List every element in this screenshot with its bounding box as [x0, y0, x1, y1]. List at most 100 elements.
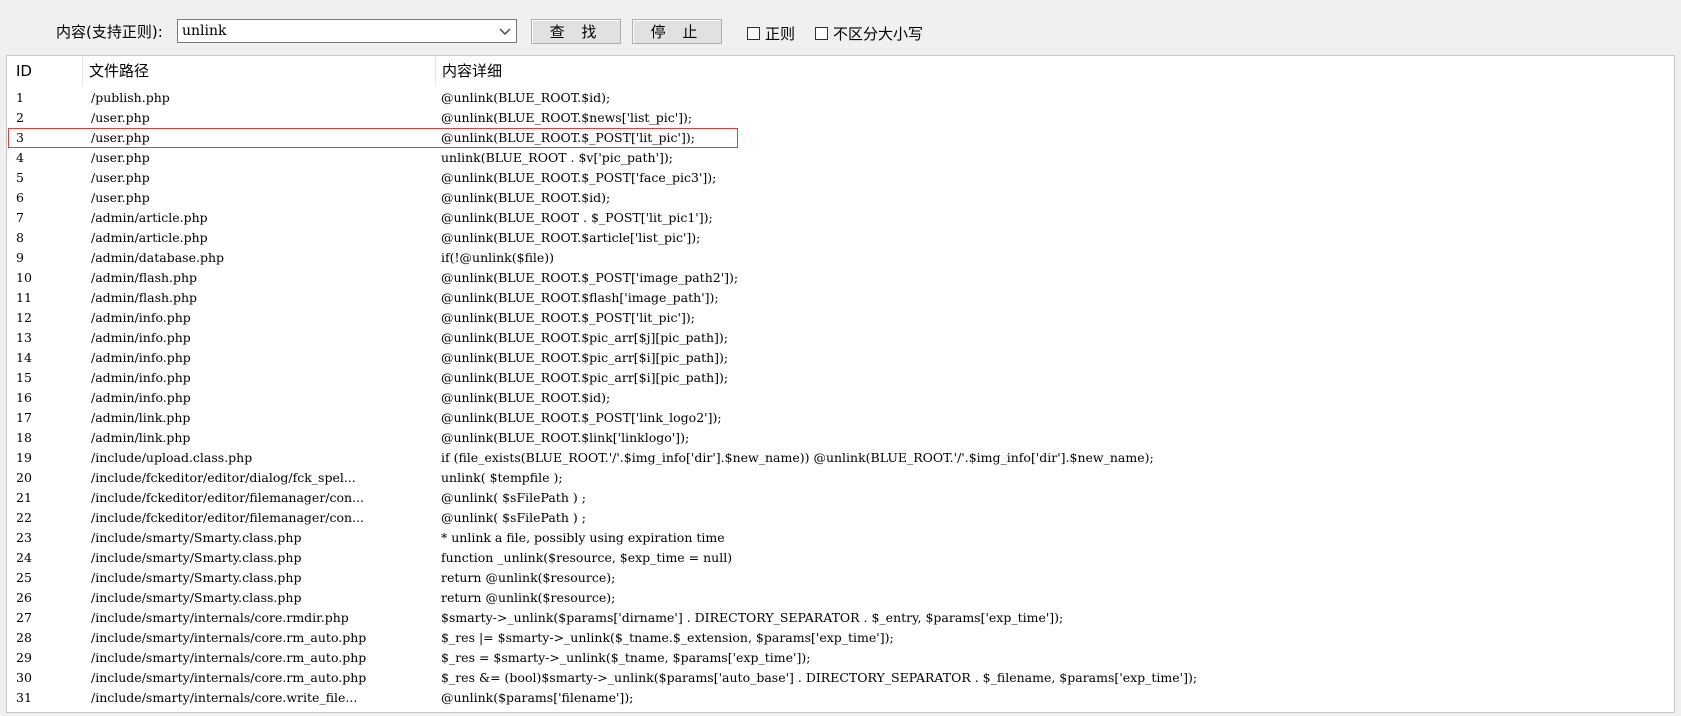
table-row[interactable]: 13/admin/info.php @unlink(BLUE_ROOT.$pic_…: [7, 328, 1674, 348]
row-detail-cell: $smarty->_unlink($params['dirname'] . DI…: [441, 610, 1064, 625]
table-row[interactable]: 6/user.php @unlink(BLUE_ROOT.$id);: [7, 188, 1674, 208]
row-path-cell: /include/smarty/Smarty.class.php: [91, 550, 302, 565]
row-id-cell: 12: [16, 310, 32, 325]
row-path-cell: /publish.php: [91, 90, 170, 105]
table-row[interactable]: 8/admin/article.php @unlink(BLUE_ROOT.$ar…: [7, 228, 1674, 248]
row-id-cell: 2: [16, 110, 24, 125]
table-row[interactable]: 26/include/smarty/Smarty.class.php return…: [7, 588, 1674, 608]
regex-checkbox-box[interactable]: [747, 26, 760, 40]
table-row[interactable]: 17/admin/link.php @unlink(BLUE_ROOT.$_POS…: [7, 408, 1674, 428]
row-id-cell: 9: [16, 250, 24, 265]
table-row[interactable]: 20/include/fckeditor/editor/dialog/fck_s…: [7, 468, 1674, 488]
table-row[interactable]: 12/admin/info.php @unlink(BLUE_ROOT.$_POS…: [7, 308, 1674, 328]
row-path-cell: /admin/database.php: [91, 250, 225, 265]
table-row[interactable]: 4/user.php unlink(BLUE_ROOT . $v['pic_pat…: [7, 148, 1674, 168]
row-id-cell: 27: [16, 610, 32, 625]
table-row[interactable]: 18/admin/link.php @unlink(BLUE_ROOT.$link…: [7, 428, 1674, 448]
table-row[interactable]: 22/include/fckeditor/editor/filemanager/…: [7, 508, 1674, 528]
row-detail-cell: @unlink(BLUE_ROOT.$pic_arr[$i][pic_path]…: [441, 370, 729, 385]
row-path-cell: /admin/article.php: [91, 230, 208, 245]
row-path-cell: /admin/info.php: [91, 350, 191, 365]
row-id-cell: 29: [16, 650, 32, 665]
table-row[interactable]: 30/include/smarty/internals/core.rm_auto…: [7, 668, 1674, 688]
row-detail-cell: @unlink(BLUE_ROOT.$pic_arr[$j][pic_path]…: [441, 330, 728, 345]
row-path-cell: /admin/link.php: [91, 410, 191, 425]
row-path-cell: /include/smarty/internals/core.rm_auto.p…: [91, 670, 367, 685]
list-header: ID 文件路径 内容详细: [7, 56, 1674, 86]
row-path-cell: /admin/info.php: [91, 370, 191, 385]
table-row[interactable]: 9/admin/database.php if(!@unlink($file)): [7, 248, 1674, 268]
row-id-cell: 14: [16, 350, 32, 365]
row-path-cell: /admin/info.php: [91, 390, 191, 405]
row-path-cell: /admin/info.php: [91, 310, 191, 325]
table-row[interactable]: 29/include/smarty/internals/core.rm_auto…: [7, 648, 1674, 668]
row-detail-cell: @unlink(BLUE_ROOT.$id);: [441, 390, 611, 405]
ignore-case-checkbox[interactable]: 不区分大小写: [815, 24, 923, 43]
row-detail-cell: $_res &= (bool)$smarty->_unlink($params[…: [441, 670, 1198, 685]
row-detail-cell: return @unlink($resource);: [441, 590, 616, 605]
row-id-cell: 17: [16, 410, 32, 425]
row-id-cell: 16: [16, 390, 32, 405]
row-path-cell: /admin/flash.php: [91, 290, 198, 305]
regex-checkbox[interactable]: 正则: [747, 24, 796, 43]
chevron-down-icon[interactable]: [496, 22, 514, 40]
find-button[interactable]: 查 找: [531, 19, 621, 44]
table-row[interactable]: 11/admin/flash.php @unlink(BLUE_ROOT.$fla…: [7, 288, 1674, 308]
table-row[interactable]: 1/publish.php @unlink(BLUE_ROOT.$id);: [7, 88, 1674, 108]
search-input[interactable]: unlink: [177, 19, 517, 43]
table-row[interactable]: 19/include/upload.class.php if (file_exis…: [7, 448, 1674, 468]
row-path-cell: /include/smarty/internals/core.rmdir.php: [91, 610, 349, 625]
results-list[interactable]: ID 文件路径 内容详细 1/publish.php @unlink(BLUE_R…: [6, 55, 1675, 713]
table-row[interactable]: 15/admin/info.php @unlink(BLUE_ROOT.$pic_…: [7, 368, 1674, 388]
table-row[interactable]: 31/include/smarty/internals/core.write_f…: [7, 688, 1674, 708]
table-row[interactable]: 24/include/smarty/Smarty.class.php functi…: [7, 548, 1674, 568]
row-id-cell: 7: [16, 210, 24, 225]
table-row[interactable]: 3/user.php @unlink(BLUE_ROOT.$_POST['lit_…: [7, 128, 1674, 148]
table-row[interactable]: 10/admin/flash.php @unlink(BLUE_ROOT.$_PO…: [7, 268, 1674, 288]
row-detail-cell: $_res = $smarty->_unlink($_tname, $param…: [441, 650, 811, 665]
row-id-cell: 19: [16, 450, 32, 465]
column-header-id[interactable]: ID: [7, 56, 83, 86]
row-path-cell: /include/upload.class.php: [91, 450, 253, 465]
row-detail-cell: @unlink( $sFilePath ) ;: [441, 490, 586, 505]
column-header-path[interactable]: 文件路径: [83, 56, 436, 86]
row-path-cell: /user.php: [91, 170, 150, 185]
row-id-cell: 5: [16, 170, 24, 185]
row-path-cell: /include/smarty/Smarty.class.php: [91, 590, 302, 605]
row-detail-cell: @unlink(BLUE_ROOT.$_POST['lit_pic']);: [441, 310, 695, 325]
row-path-cell: /user.php: [91, 130, 150, 145]
row-detail-cell: @unlink(BLUE_ROOT.$_POST['face_pic3']);: [441, 170, 717, 185]
row-path-cell: /include/smarty/internals/core.rm_auto.p…: [91, 650, 367, 665]
column-header-detail[interactable]: 内容详细: [436, 56, 1656, 86]
row-id-cell: 21: [16, 490, 32, 505]
table-row[interactable]: 28/include/smarty/internals/core.rm_auto…: [7, 628, 1674, 648]
table-row[interactable]: 5/user.php @unlink(BLUE_ROOT.$_POST['face…: [7, 168, 1674, 188]
row-id-cell: 20: [16, 470, 32, 485]
table-row[interactable]: 16/admin/info.php @unlink(BLUE_ROOT.$id);: [7, 388, 1674, 408]
row-path-cell: /include/fckeditor/editor/filemanager/co…: [91, 510, 365, 525]
stop-button[interactable]: 停 止: [632, 19, 722, 44]
table-row[interactable]: 27/include/smarty/internals/core.rmdir.p…: [7, 608, 1674, 628]
table-row[interactable]: 2/user.php @unlink(BLUE_ROOT.$news['list_…: [7, 108, 1674, 128]
table-row[interactable]: 21/include/fckeditor/editor/filemanager/…: [7, 488, 1674, 508]
row-id-cell: 25: [16, 570, 32, 585]
row-id-cell: 31: [16, 690, 32, 705]
row-path-cell: /include/fckeditor/editor/dialog/fck_spe…: [91, 470, 356, 485]
row-detail-cell: @unlink(BLUE_ROOT.$_POST['link_logo2']);: [441, 410, 722, 425]
row-detail-cell: @unlink(BLUE_ROOT.$article['list_pic']);: [441, 230, 701, 245]
table-row[interactable]: 14/admin/info.php @unlink(BLUE_ROOT.$pic_…: [7, 348, 1674, 368]
row-id-cell: 1: [16, 90, 24, 105]
row-path-cell: /include/smarty/Smarty.class.php: [91, 570, 302, 585]
row-detail-cell: @unlink(BLUE_ROOT . $_POST['lit_pic1']);: [441, 210, 713, 225]
search-toolbar: 内容(支持正则): unlink 查 找 停 止 正则 不区分大小写: [0, 0, 1681, 54]
row-detail-cell: @unlink(BLUE_ROOT.$id);: [441, 90, 611, 105]
table-row[interactable]: 25/include/smarty/Smarty.class.php return…: [7, 568, 1674, 588]
table-row[interactable]: 7/admin/article.php @unlink(BLUE_ROOT . $…: [7, 208, 1674, 228]
row-path-cell: /include/smarty/internals/core.write_fil…: [91, 690, 358, 705]
search-input-value[interactable]: unlink: [182, 22, 227, 40]
row-detail-cell: @unlink( $sFilePath ) ;: [441, 510, 586, 525]
row-id-cell: 8: [16, 230, 24, 245]
table-row[interactable]: 23/include/smarty/Smarty.class.php * unli…: [7, 528, 1674, 548]
ignore-case-checkbox-box[interactable]: [815, 26, 828, 40]
regex-checkbox-label: 正则: [765, 24, 796, 43]
